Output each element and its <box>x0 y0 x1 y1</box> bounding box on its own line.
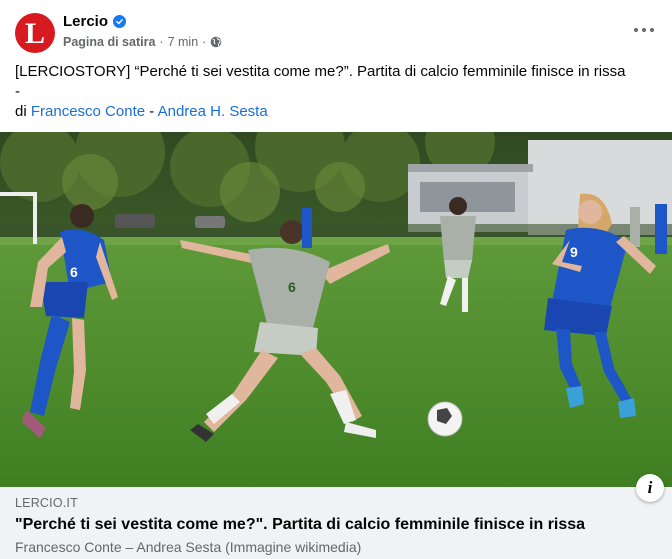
post-text: [LERCIOSTORY] “Perché ti sei vestita com… <box>15 62 655 122</box>
post-dash: - <box>15 83 20 100</box>
meta-separator-2: · <box>202 35 207 49</box>
verified-badge-icon <box>113 15 127 28</box>
author-link-francesco-conte[interactable]: Francesco Conte <box>31 103 145 120</box>
link-preview[interactable]: LERCIO.IT "Perché ti sei vestita come me… <box>0 487 672 559</box>
link-title[interactable]: "Perché ti sei vestita come me?". Partit… <box>15 516 585 534</box>
post-meta: Pagina di satira · 7 min · <box>63 35 222 49</box>
avatar-letter: L <box>24 17 45 50</box>
globe-icon[interactable] <box>210 36 222 48</box>
page-name[interactable]: Lercio <box>63 13 108 30</box>
jersey-number-right: 9 <box>570 244 578 260</box>
info-icon[interactable]: i <box>636 474 664 502</box>
post-time[interactable]: 7 min <box>168 35 199 49</box>
post-photo[interactable]: 6 6 9 <box>0 132 672 487</box>
facebook-post: L Lercio Pagina di satira · 7 min · [LER… <box>0 0 672 559</box>
link-domain: LERCIO.IT <box>15 496 78 510</box>
post-headline: [LERCIOSTORY] “Perché ti sei vestita com… <box>15 63 626 80</box>
meta-separator: · <box>159 35 164 49</box>
byline-separator: - <box>149 103 155 120</box>
more-options-icon[interactable] <box>634 22 654 38</box>
post-byline: di Francesco Conte - Andrea H. Sesta <box>15 102 655 122</box>
soccer-match-image: 6 6 9 <box>0 132 672 487</box>
link-description: Francesco Conte – Andrea Sesta (Immagine… <box>15 539 362 555</box>
author-link-andrea-sesta[interactable]: Andrea H. Sesta <box>158 103 268 120</box>
jersey-number-left: 6 <box>70 264 78 280</box>
post-header: L Lercio Pagina di satira · 7 min · <box>0 0 672 58</box>
byline-prefix: di <box>15 103 27 120</box>
page-name-row: Lercio <box>63 13 127 30</box>
page-avatar[interactable]: L <box>15 13 55 53</box>
jersey-number-middle: 6 <box>288 279 296 295</box>
page-category: Pagina di satira <box>63 35 156 49</box>
